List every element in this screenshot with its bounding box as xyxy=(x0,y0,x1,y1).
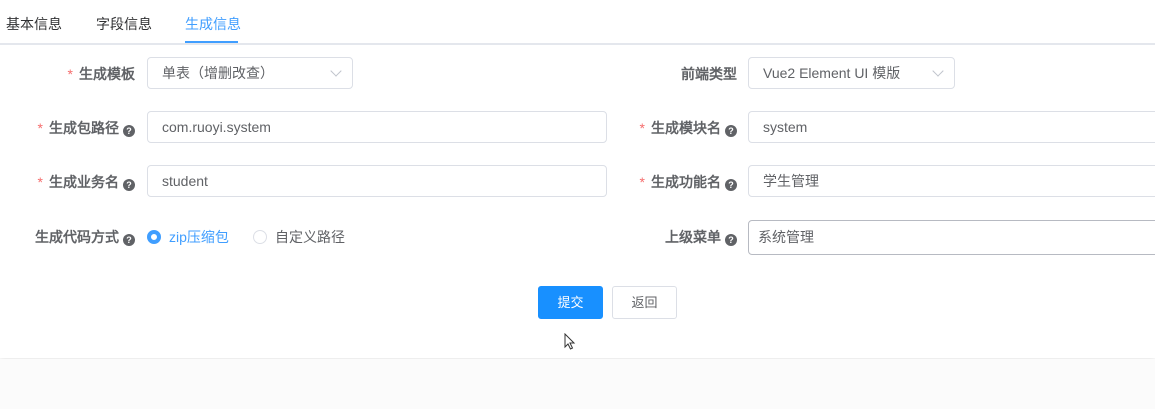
question-circle-icon[interactable]: ? xyxy=(725,234,737,246)
tabs-header: 基本信息 字段信息 生成信息 xyxy=(0,0,1155,45)
mouse-pointer-icon xyxy=(564,333,576,350)
required-mark: * xyxy=(639,174,645,190)
function-name-label: * 生成功能名? xyxy=(640,165,737,199)
radio-unchecked-icon xyxy=(253,230,267,244)
function-name-input[interactable]: 学生管理 xyxy=(748,165,1155,197)
gen-type-label: 生成代码方式? xyxy=(35,220,135,254)
question-circle-icon[interactable]: ? xyxy=(725,179,737,191)
chevron-down-icon xyxy=(932,65,944,77)
frontend-type-label: 前端类型 xyxy=(681,66,737,82)
radio-label: zip压缩包 xyxy=(169,229,229,245)
radio-label: 自定义路径 xyxy=(275,229,345,245)
business-name-input[interactable]: student xyxy=(147,165,607,197)
form-card: 基本信息 字段信息 生成信息 * 生成模板 单表（增删改查） 前端类型 Vue2 … xyxy=(0,0,1155,358)
page-background xyxy=(0,359,1155,409)
tabs-divider xyxy=(0,43,1155,45)
submit-button[interactable]: 提交 xyxy=(538,286,603,319)
required-mark: * xyxy=(37,174,43,190)
frontend-type-value: Vue2 Element UI 模版 xyxy=(763,65,901,81)
required-mark: * xyxy=(639,120,645,136)
tab-field-info[interactable]: 字段信息 xyxy=(96,0,152,44)
parent-menu-label: 上级菜单? xyxy=(665,220,737,254)
tpl-category-label: * 生成模板 xyxy=(67,66,135,82)
required-mark: * xyxy=(37,120,43,136)
question-circle-icon[interactable]: ? xyxy=(123,234,135,246)
tab-gen-info[interactable]: 生成信息 xyxy=(185,0,241,44)
frontend-type-select[interactable]: Vue2 Element UI 模版 xyxy=(748,57,955,89)
package-name-label: * 生成包路径? xyxy=(38,111,135,145)
business-name-label: * 生成业务名? xyxy=(38,165,135,199)
required-mark: * xyxy=(67,66,73,82)
back-button[interactable]: 返回 xyxy=(612,286,677,319)
question-circle-icon[interactable]: ? xyxy=(725,125,737,137)
radio-checked-icon xyxy=(147,230,161,244)
tpl-category-select[interactable]: 单表（增删改查） xyxy=(147,57,353,89)
parent-menu-treeselect[interactable]: 系统管理 xyxy=(748,220,1155,255)
gen-info-page: 基本信息 字段信息 生成信息 * 生成模板 单表（增删改查） 前端类型 Vue2 … xyxy=(0,0,1155,409)
question-circle-icon[interactable]: ? xyxy=(123,179,135,191)
tpl-category-value: 单表（增删改查） xyxy=(162,65,274,81)
module-name-input[interactable]: system xyxy=(748,111,1155,143)
module-name-label: * 生成模块名? xyxy=(640,111,737,145)
package-name-input[interactable]: com.ruoyi.system xyxy=(147,111,607,143)
tab-basic-info[interactable]: 基本信息 xyxy=(6,0,62,44)
question-circle-icon[interactable]: ? xyxy=(123,125,135,137)
chevron-down-icon xyxy=(330,65,342,77)
